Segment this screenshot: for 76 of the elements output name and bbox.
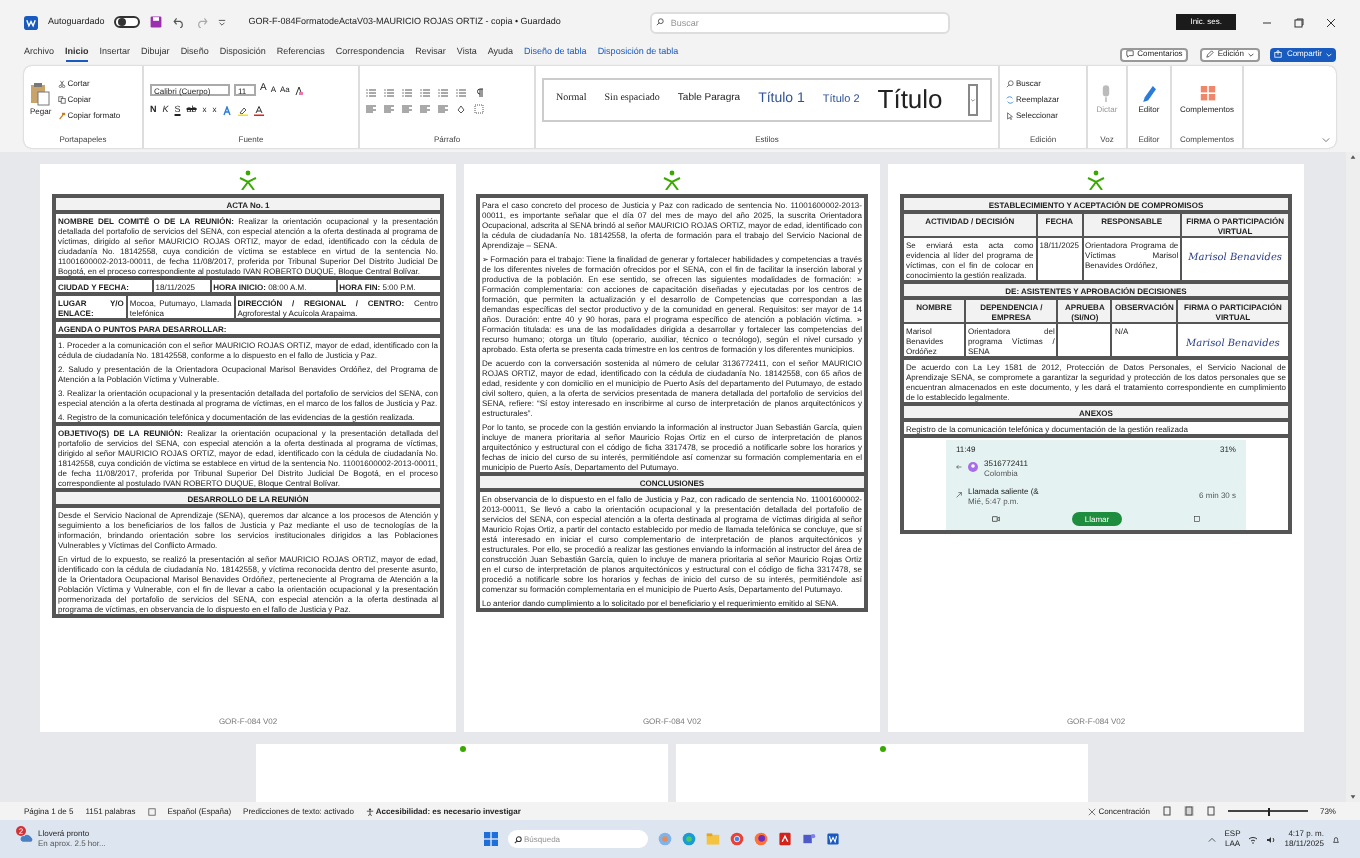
minimize-icon[interactable] [1262, 17, 1272, 27]
justify-icon[interactable] [420, 103, 430, 113]
start-icon[interactable] [484, 832, 498, 846]
numbering-icon[interactable] [384, 87, 394, 97]
grid-icon [1199, 84, 1215, 104]
firefox-icon[interactable] [754, 832, 768, 846]
collapse-icon[interactable] [1322, 136, 1330, 144]
wifi-icon[interactable] [1248, 835, 1259, 843]
bell-icon[interactable] [1332, 835, 1340, 843]
weather-icon[interactable] [20, 832, 34, 846]
bullets-icon[interactable] [366, 87, 376, 97]
scroll-up-icon[interactable] [1350, 154, 1356, 160]
align-right-icon[interactable] [402, 103, 412, 113]
search-icon [513, 835, 521, 843]
logo-icon [1086, 170, 1106, 190]
pdf-icon[interactable] [778, 832, 792, 846]
cursor-icon [1006, 112, 1014, 120]
web-layout-icon[interactable] [1205, 806, 1216, 816]
clipboard-icon [30, 82, 51, 106]
pilcrow-icon[interactable] [474, 87, 484, 97]
app-icon[interactable] [24, 15, 38, 29]
close-icon[interactable] [1326, 17, 1336, 27]
outgoing-call-icon [956, 492, 962, 498]
share-icon [1274, 50, 1283, 58]
teams-icon[interactable] [802, 832, 816, 846]
read-mode-icon[interactable] [1161, 806, 1172, 816]
decrease-indent-icon[interactable] [420, 87, 430, 97]
undo-icon[interactable] [172, 16, 187, 28]
logo-icon [662, 170, 682, 190]
shading-icon[interactable] [456, 103, 466, 113]
more-styles-icon[interactable] [968, 84, 978, 116]
message-icon [1193, 515, 1200, 521]
scissors-icon [57, 80, 66, 88]
center-icon[interactable] [384, 103, 394, 113]
caret-icon [1326, 51, 1332, 57]
restore-icon[interactable] [1294, 17, 1304, 27]
text-effects-icon[interactable] [222, 105, 233, 116]
autosave-toggle[interactable] [114, 16, 141, 28]
word-icon[interactable] [826, 832, 840, 846]
multilevel-list-icon[interactable] [402, 87, 412, 97]
style-option[interactable]: Título [877, 80, 943, 120]
pen-icon [1140, 84, 1157, 104]
video-icon [992, 515, 1001, 521]
copy-icon [57, 96, 66, 104]
search-icon [1006, 80, 1014, 88]
pencil-icon [1205, 50, 1214, 58]
logo-icon [238, 170, 258, 190]
accessibility-icon[interactable] [365, 807, 374, 815]
print-layout-icon[interactable] [1183, 806, 1194, 816]
increase-indent-icon[interactable] [438, 87, 448, 97]
chrome-icon[interactable] [730, 832, 744, 846]
logo-icon [879, 746, 885, 752]
customize-icon[interactable] [218, 18, 227, 26]
clear-format-icon[interactable] [293, 85, 304, 96]
browser-icon[interactable] [682, 832, 696, 846]
font-color-icon[interactable] [254, 105, 265, 116]
brush-icon [57, 112, 66, 120]
sort-icon[interactable] [456, 87, 466, 97]
scrollbar[interactable] [1346, 152, 1360, 802]
line-spacing-icon[interactable] [438, 103, 448, 113]
search-icon [656, 18, 665, 26]
proofing-icon[interactable] [147, 807, 156, 815]
save-icon[interactable] [150, 16, 163, 28]
focus-icon[interactable] [1088, 807, 1097, 815]
caret-icon [1247, 51, 1254, 57]
volume-icon[interactable] [1266, 835, 1277, 843]
highlight-icon[interactable] [238, 105, 249, 116]
microphone-icon [1098, 84, 1115, 104]
avatar-icon [968, 462, 978, 472]
replace-icon [1006, 96, 1014, 104]
chevron-up-icon[interactable] [1208, 835, 1217, 843]
back-icon [956, 464, 962, 470]
logo-icon [459, 746, 465, 752]
borders-icon[interactable] [474, 103, 484, 113]
comment-icon [1125, 50, 1134, 58]
align-left-icon[interactable] [366, 103, 376, 113]
